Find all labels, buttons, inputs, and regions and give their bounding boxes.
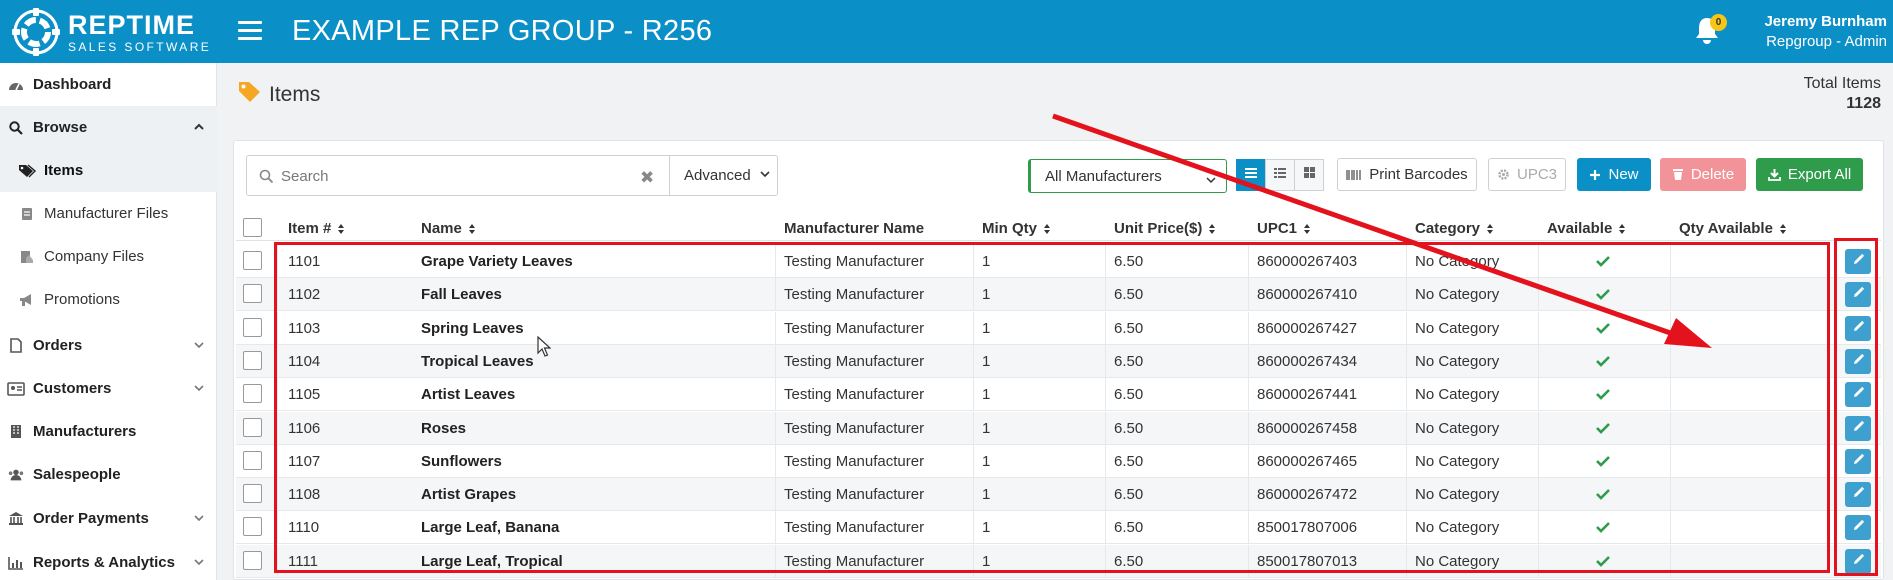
mouse-cursor-icon xyxy=(537,336,551,357)
annotation-arrow xyxy=(1052,113,1712,348)
